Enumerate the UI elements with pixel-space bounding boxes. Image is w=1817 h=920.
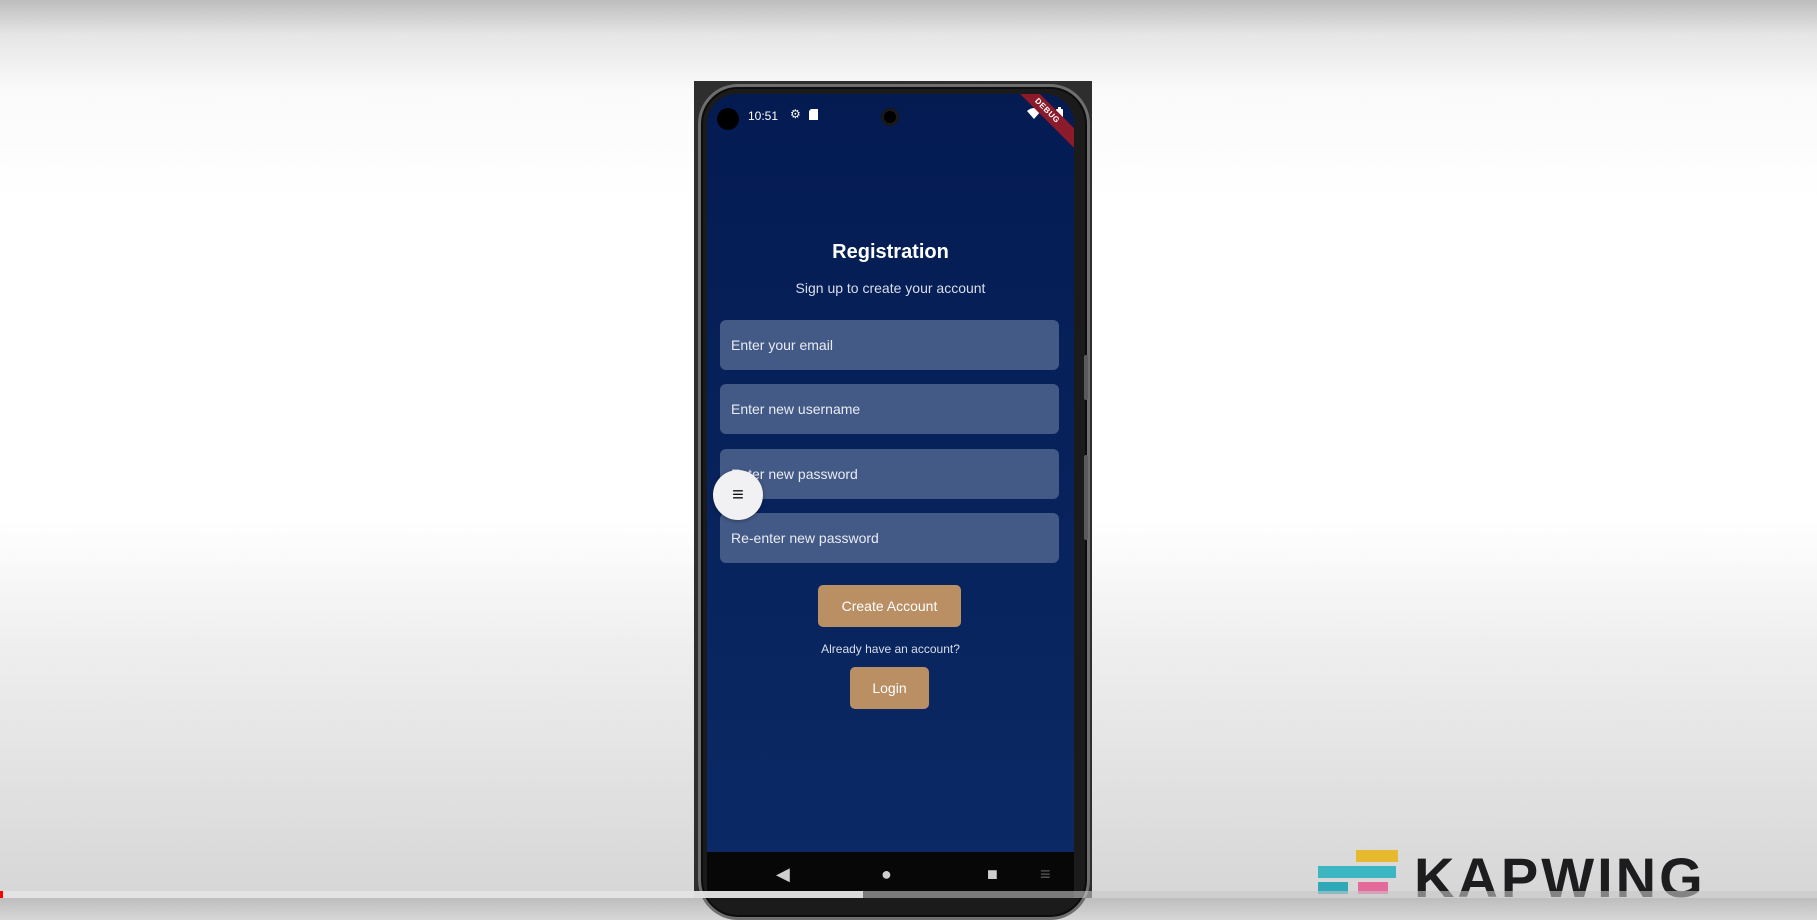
page-subtitle: Sign up to create your account xyxy=(795,280,986,296)
username-placeholder: Enter new username xyxy=(731,401,861,417)
email-field[interactable]: Enter your email xyxy=(720,320,1059,370)
debug-banner: DEBUG xyxy=(1003,94,1074,155)
sd-card-icon xyxy=(809,109,818,123)
front-camera xyxy=(881,108,899,126)
confirm-password-field[interactable]: Re-enter new password xyxy=(720,513,1059,563)
login-prompt: Already have an account? xyxy=(821,642,960,656)
status-time: 10:51 xyxy=(748,109,779,123)
login-button[interactable]: Login xyxy=(850,667,929,709)
watermark-text: KAPWING xyxy=(1414,846,1706,909)
camera-dot xyxy=(717,108,739,130)
hamburger-icon: ≡ xyxy=(732,483,744,506)
email-placeholder: Enter your email xyxy=(731,337,833,353)
password-field[interactable]: Enter new password xyxy=(720,449,1059,499)
keyboard-menu-icon[interactable]: ≡ xyxy=(1040,864,1051,884)
gear-icon: ⚙ xyxy=(790,107,801,121)
progress-played xyxy=(0,891,3,898)
create-account-button[interactable]: Create Account xyxy=(818,585,961,627)
logo-bar-1 xyxy=(1356,850,1398,862)
logo-bar-2 xyxy=(1318,866,1396,878)
home-icon[interactable]: ● xyxy=(881,864,892,884)
video-progress-bar[interactable] xyxy=(0,891,1817,898)
recents-icon[interactable]: ■ xyxy=(987,864,998,884)
floating-menu-button[interactable]: ≡ xyxy=(713,470,763,520)
progress-buffered xyxy=(0,891,863,898)
status-bar: 10:51 ⚙ DEBUG xyxy=(707,94,1074,155)
page-title: Registration xyxy=(832,241,949,263)
back-icon[interactable]: ◀ xyxy=(776,864,790,884)
username-field[interactable]: Enter new username xyxy=(720,384,1059,434)
confirm-password-placeholder: Re-enter new password xyxy=(731,530,879,546)
power-button[interactable] xyxy=(1084,355,1088,400)
volume-button[interactable] xyxy=(1084,455,1088,540)
